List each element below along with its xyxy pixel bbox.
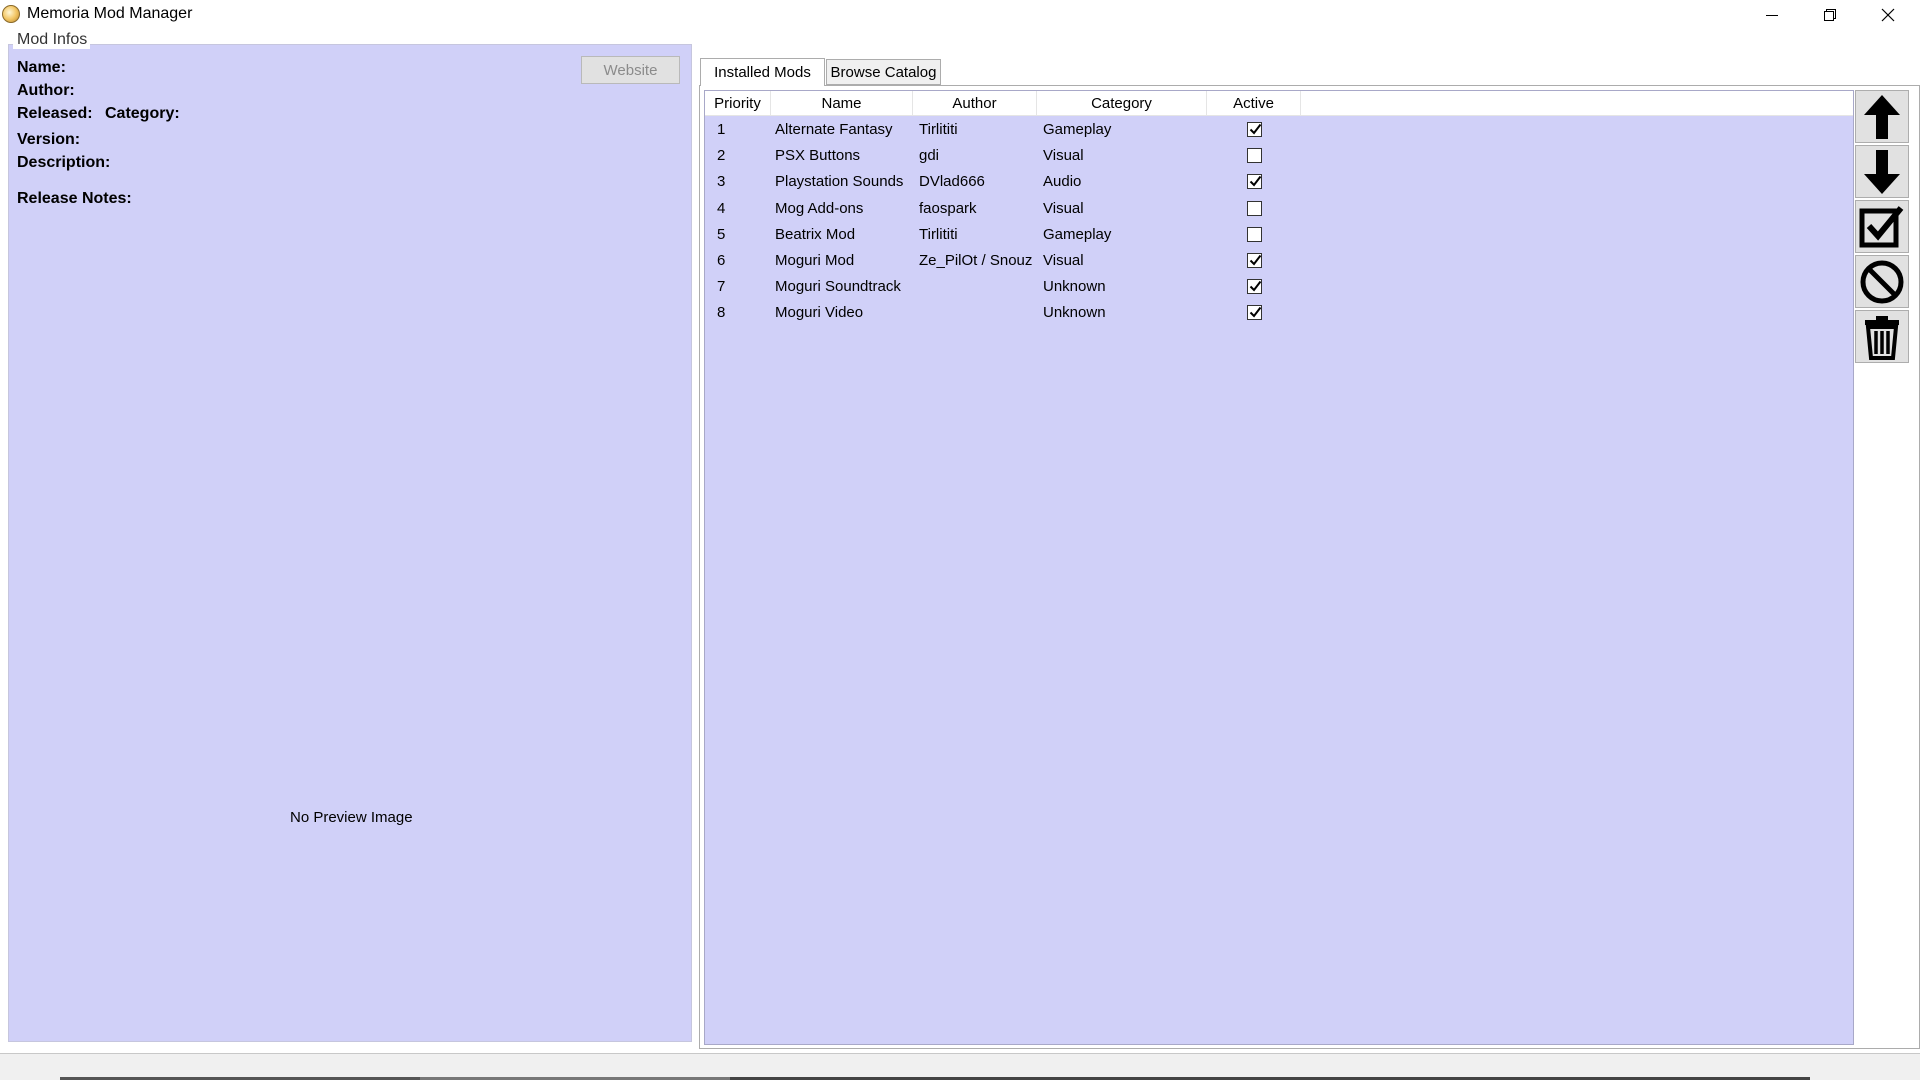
cell-name: Alternate Fantasy xyxy=(775,121,893,138)
column-header-priority[interactable]: Priority xyxy=(705,91,771,116)
table-row[interactable]: 2 PSX Buttons gdi Visual xyxy=(705,145,1853,169)
active-checkbox[interactable] xyxy=(1247,227,1262,242)
active-checkbox[interactable] xyxy=(1247,122,1262,137)
tab-installed-mods[interactable]: Installed Mods xyxy=(700,58,825,86)
column-header-filler xyxy=(1301,91,1853,116)
cell-name: Moguri Mod xyxy=(775,252,855,269)
restore-icon xyxy=(1824,8,1836,21)
cell-priority: 6 xyxy=(717,252,726,269)
cell-category: Gameplay xyxy=(1043,121,1112,138)
status-bar xyxy=(0,1053,1920,1080)
cell-category: Unknown xyxy=(1043,304,1106,321)
table-row[interactable]: 3 Playstation Sounds DVlad666 Audio xyxy=(705,171,1853,195)
restore-button[interactable] xyxy=(1801,0,1859,29)
active-checkbox[interactable] xyxy=(1247,305,1262,320)
table-row[interactable]: 1 Alternate Fantasy Tirlititi Gameplay xyxy=(705,119,1853,143)
cell-name: Mog Add-ons xyxy=(775,200,864,217)
window-title: Memoria Mod Manager xyxy=(27,5,193,22)
mod-infos-group-title: Mod Infos xyxy=(13,31,91,49)
cell-author: Tirlititi xyxy=(919,226,958,243)
active-checkbox[interactable] xyxy=(1247,201,1262,216)
table-row[interactable]: 8 Moguri Video Unknown xyxy=(705,302,1853,326)
column-header-active[interactable]: Active xyxy=(1207,91,1301,116)
active-checkbox[interactable] xyxy=(1247,174,1262,189)
cell-name: PSX Buttons xyxy=(775,147,861,164)
checkmark-icon xyxy=(1249,280,1262,292)
column-header-name[interactable]: Name xyxy=(771,91,913,116)
description-label: Description: xyxy=(17,154,111,171)
app-icon xyxy=(2,5,20,23)
cell-priority: 3 xyxy=(717,173,726,190)
active-checkbox[interactable] xyxy=(1247,253,1262,268)
website-button[interactable]: Website xyxy=(581,56,680,84)
table-row[interactable]: 7 Moguri Soundtrack Unknown xyxy=(705,276,1853,300)
cell-name: Playstation Sounds xyxy=(775,173,904,190)
column-header-category[interactable]: Category xyxy=(1037,91,1207,116)
prohibited-icon xyxy=(1860,260,1904,303)
checkmark-icon xyxy=(1249,306,1262,318)
cell-priority: 1 xyxy=(717,121,726,138)
active-checkbox[interactable] xyxy=(1247,148,1262,163)
cell-category: Visual xyxy=(1043,200,1084,217)
activate-all-button[interactable] xyxy=(1855,200,1909,253)
tab-browse-catalog[interactable]: Browse Catalog xyxy=(826,59,941,85)
cell-author: faospark xyxy=(919,200,977,217)
trash-icon xyxy=(1865,315,1899,360)
release-notes-label: Release Notes: xyxy=(17,190,132,207)
checkmark-icon xyxy=(1249,254,1262,266)
title-bar: Memoria Mod Manager xyxy=(0,0,1920,29)
cell-priority: 4 xyxy=(717,200,726,217)
move-down-button[interactable] xyxy=(1855,145,1909,198)
column-header-author[interactable]: Author xyxy=(913,91,1037,116)
name-label: Name: xyxy=(17,59,66,76)
checkmark-icon xyxy=(1249,175,1262,187)
checkbox-checked-icon xyxy=(1859,205,1904,247)
category-label: Category: xyxy=(105,105,180,122)
close-button[interactable] xyxy=(1859,0,1917,29)
deactivate-all-button[interactable] xyxy=(1855,255,1909,308)
installed-mods-list[interactable]: Priority Name Author Category Active 1 Al… xyxy=(704,90,1854,1045)
active-checkbox[interactable] xyxy=(1247,279,1262,294)
cell-author: Tirlititi xyxy=(919,121,958,138)
cell-author: Ze_PilOt / Snouz xyxy=(919,252,1033,269)
cell-name: Moguri Video xyxy=(775,304,864,321)
cell-priority: 5 xyxy=(717,226,726,243)
uninstall-button[interactable] xyxy=(1855,310,1909,363)
cell-priority: 2 xyxy=(717,147,726,164)
author-label: Author: xyxy=(17,82,75,99)
released-label: Released: xyxy=(17,105,93,122)
cell-category: Visual xyxy=(1043,252,1084,269)
cell-category: Gameplay xyxy=(1043,226,1112,243)
table-row[interactable]: 4 Mog Add-ons faospark Visual xyxy=(705,198,1853,222)
cell-category: Unknown xyxy=(1043,278,1106,295)
move-up-button[interactable] xyxy=(1855,90,1909,143)
preview-image-placeholder: No Preview Image xyxy=(290,809,413,826)
table-row[interactable]: 5 Beatrix Mod Tirlititi Gameplay xyxy=(705,224,1853,248)
version-label: Version: xyxy=(17,131,81,148)
cell-name: Moguri Soundtrack xyxy=(775,278,901,295)
table-row[interactable]: 6 Moguri Mod Ze_PilOt / Snouz Visual xyxy=(705,250,1853,274)
minimize-icon xyxy=(1766,14,1778,16)
arrow-up-icon xyxy=(1864,94,1900,139)
cell-author: gdi xyxy=(919,147,940,164)
cell-priority: 7 xyxy=(717,278,726,295)
cell-category: Visual xyxy=(1043,147,1084,164)
arrow-down-icon xyxy=(1864,149,1900,194)
cell-priority: 8 xyxy=(717,304,726,321)
checkmark-icon xyxy=(1249,123,1262,135)
cell-author: DVlad666 xyxy=(919,173,985,190)
minimize-button[interactable] xyxy=(1743,0,1801,29)
cell-category: Audio xyxy=(1043,173,1082,190)
cell-name: Beatrix Mod xyxy=(775,226,856,243)
close-icon xyxy=(1881,8,1895,21)
